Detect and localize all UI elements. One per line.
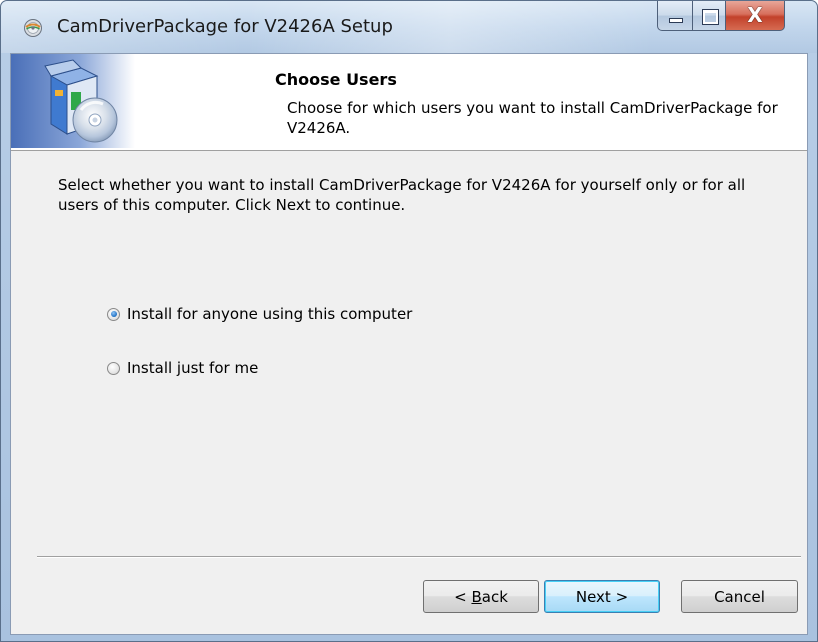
maximize-button[interactable] bbox=[692, 1, 726, 31]
back-label-prefix: < bbox=[454, 587, 472, 606]
title-bar[interactable]: CamDriverPackage for V2426A Setup X bbox=[1, 1, 817, 53]
instructions-text: Select whether you want to install CamDr… bbox=[58, 176, 746, 214]
option-label[interactable]: Install for anyone using this computer bbox=[127, 305, 412, 323]
cancel-button[interactable]: Cancel bbox=[681, 580, 798, 613]
back-button[interactable]: < Back bbox=[423, 580, 539, 613]
next-button[interactable]: Next > bbox=[544, 580, 660, 613]
option-label[interactable]: Install just for me bbox=[127, 359, 258, 377]
installer-disc-icon bbox=[24, 19, 42, 37]
option-install-for-anyone[interactable]: Install for anyone using this computer bbox=[107, 303, 412, 325]
wizard-client-area: Choose Users Choose for which users you … bbox=[10, 53, 808, 635]
close-icon: X bbox=[747, 3, 763, 27]
radio-selected-icon[interactable] bbox=[107, 307, 120, 321]
minimize-icon bbox=[669, 18, 683, 23]
page-subtitle: Choose for which users you want to insta… bbox=[287, 99, 778, 137]
minimize-button[interactable] bbox=[657, 1, 693, 31]
page-title: Choose Users bbox=[275, 70, 397, 89]
footer-separator bbox=[37, 556, 801, 558]
back-mnemonic: B bbox=[471, 587, 482, 606]
radio-unselected-icon[interactable] bbox=[107, 361, 120, 375]
software-box-cd-icon bbox=[11, 54, 135, 148]
window-title: CamDriverPackage for V2426A Setup bbox=[57, 16, 393, 37]
close-button[interactable]: X bbox=[725, 1, 785, 31]
setup-window: CamDriverPackage for V2426A Setup X Choo… bbox=[0, 0, 818, 642]
option-install-just-for-me[interactable]: Install just for me bbox=[107, 357, 258, 379]
maximize-icon bbox=[702, 9, 719, 25]
wizard-header: Choose Users Choose for which users you … bbox=[11, 54, 807, 151]
back-label-suffix: ack bbox=[481, 587, 508, 606]
